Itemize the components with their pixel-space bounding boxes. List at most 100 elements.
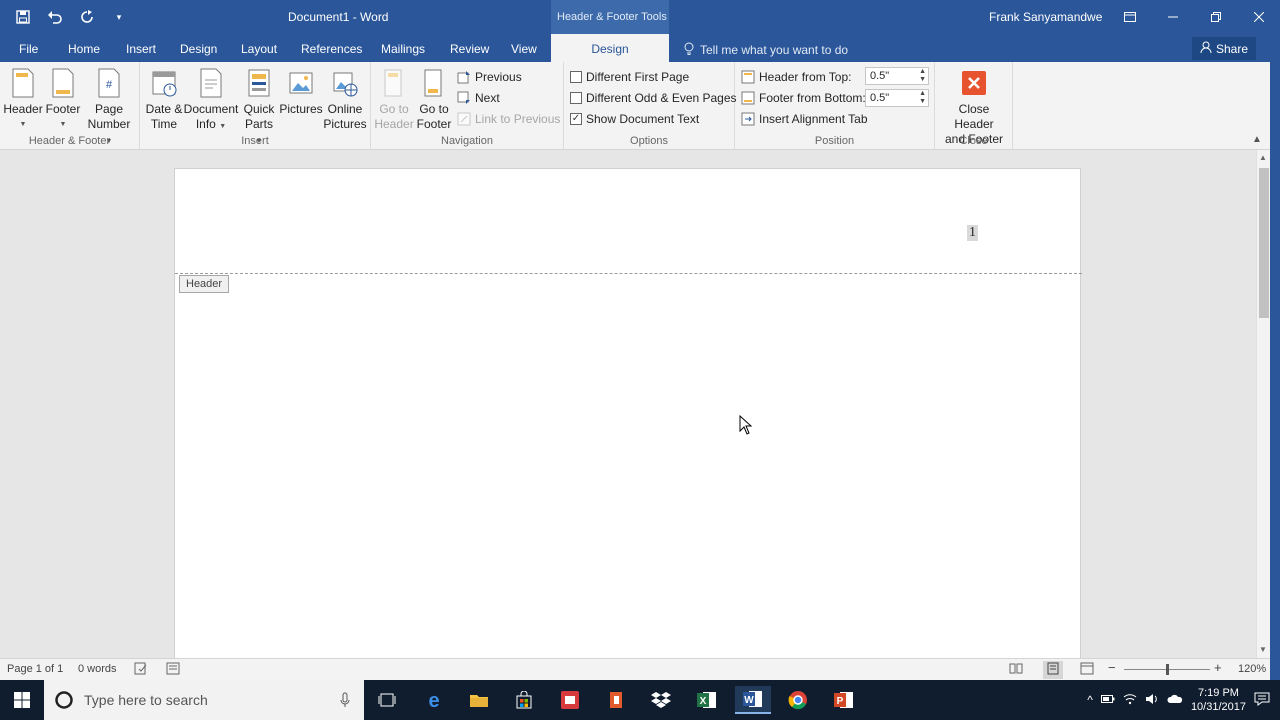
- go-to-header-icon: [384, 69, 402, 97]
- date-time-button[interactable]: Date & Time: [144, 68, 184, 132]
- tab-hf-design[interactable]: Design: [551, 34, 669, 63]
- restore-icon[interactable]: [1194, 0, 1237, 34]
- web-layout-icon[interactable]: [1080, 662, 1094, 678]
- show-document-text-checkbox[interactable]: ✓ Show Document Text: [570, 110, 699, 128]
- group-options: Different First Page Different Odd & Eve…: [564, 62, 737, 150]
- footer-from-bottom-input[interactable]: 0.5" ▲ ▼: [865, 89, 929, 107]
- excel-icon[interactable]: X: [689, 686, 725, 714]
- clock-time: 7:19 PM: [1197, 687, 1239, 699]
- powerpoint-icon[interactable]: P: [826, 686, 862, 714]
- scrollbar-thumb[interactable]: [1259, 168, 1269, 318]
- group-label-close: Close: [959, 135, 988, 147]
- previous-button[interactable]: Previous: [457, 68, 522, 86]
- group-label-header-footer: Header & Footer: [28, 135, 111, 147]
- page-count[interactable]: Page 1 of 1: [7, 663, 63, 675]
- edge-browser-icon[interactable]: e: [416, 686, 452, 714]
- save-icon[interactable]: [14, 8, 32, 26]
- word-count[interactable]: 0 words: [78, 663, 117, 675]
- wifi-icon[interactable]: [1123, 693, 1137, 708]
- dropbox-icon[interactable]: [643, 686, 679, 714]
- go-to-footer-button[interactable]: Go to Footer: [415, 68, 453, 132]
- link-to-previous-button[interactable]: Link to Previous: [457, 110, 560, 128]
- task-view-icon[interactable]: [369, 686, 405, 714]
- battery-icon[interactable]: [1100, 694, 1115, 707]
- document-info-icon: [200, 68, 222, 98]
- header-from-top-input[interactable]: 0.5" ▲ ▼: [865, 67, 929, 85]
- svg-text:W: W: [744, 695, 754, 706]
- checkmark-icon[interactable]: ✓: [570, 113, 582, 125]
- spinner-arrows-icon[interactable]: ▲ ▼: [919, 68, 926, 84]
- pictures-button[interactable]: Pictures: [279, 68, 323, 117]
- tab-layout[interactable]: Layout: [241, 42, 277, 56]
- different-first-page-checkbox[interactable]: Different First Page: [570, 68, 689, 86]
- undo-icon[interactable]: [46, 8, 64, 26]
- redo-icon[interactable]: [78, 8, 96, 26]
- zoom-out-icon[interactable]: −: [1108, 660, 1116, 675]
- tab-file[interactable]: File: [19, 42, 38, 56]
- share-button[interactable]: Share: [1192, 37, 1256, 60]
- tab-mailings[interactable]: Mailings: [381, 42, 425, 56]
- header-position-icon: [741, 70, 755, 84]
- file-explorer-icon[interactable]: [461, 686, 497, 714]
- start-button[interactable]: [0, 680, 44, 720]
- sway-app-icon[interactable]: [598, 686, 634, 714]
- group-insert: Date & Time Document Info ▼ Quick Parts …: [140, 62, 371, 150]
- customize-qat-icon[interactable]: ▾: [110, 8, 128, 26]
- onedrive-icon[interactable]: [1167, 694, 1183, 707]
- checkbox-unchecked[interactable]: [570, 71, 582, 83]
- taskbar-search[interactable]: Type here to search: [44, 680, 364, 720]
- different-odd-even-checkbox[interactable]: Different Odd & Even Pages: [570, 89, 737, 107]
- document-info-button[interactable]: Document Info ▼: [184, 68, 238, 134]
- tab-insert[interactable]: Insert: [126, 42, 156, 56]
- zoom-level[interactable]: 120%: [1238, 663, 1266, 675]
- next-button[interactable]: Next: [457, 89, 500, 107]
- windows-taskbar: Type here to search e X W P ^ 7:19 PM 10…: [0, 680, 1280, 720]
- lightbulb-icon: [684, 42, 694, 58]
- tab-review[interactable]: Review: [450, 42, 489, 56]
- collapse-ribbon-icon[interactable]: ▲: [1252, 134, 1262, 145]
- show-hidden-icons-icon[interactable]: ^: [1087, 693, 1093, 707]
- group-label-insert: Insert: [241, 135, 269, 147]
- microphone-icon[interactable]: [340, 692, 350, 711]
- checkbox-unchecked[interactable]: [570, 92, 582, 104]
- spinner-arrows-icon[interactable]: ▲ ▼: [919, 90, 926, 106]
- minimize-icon[interactable]: [1151, 0, 1194, 34]
- user-name[interactable]: Frank Sanyamandwe: [989, 10, 1102, 24]
- vertical-scrollbar[interactable]: ▲ ▼: [1256, 150, 1270, 658]
- document-page[interactable]: 1 Header: [174, 168, 1082, 658]
- tab-home[interactable]: Home: [68, 42, 100, 56]
- read-mode-icon[interactable]: [1009, 662, 1023, 678]
- online-pictures-button[interactable]: Online Pictures: [323, 68, 367, 132]
- macro-record-icon[interactable]: [166, 662, 180, 678]
- svg-text:e: e: [428, 690, 439, 710]
- chrome-icon[interactable]: [780, 686, 816, 714]
- zoom-slider-thumb[interactable]: [1166, 664, 1169, 675]
- print-layout-icon[interactable]: [1043, 661, 1063, 679]
- footer-from-bottom-label: Footer from Bottom:: [741, 89, 866, 107]
- scroll-down-icon[interactable]: ▼: [1259, 645, 1267, 654]
- group-position: Header from Top: 0.5" ▲ ▼ Footer from Bot…: [735, 62, 935, 150]
- volume-icon[interactable]: [1145, 693, 1159, 708]
- word-taskbar-icon[interactable]: W: [735, 686, 771, 714]
- header-button[interactable]: Header ▼: [3, 68, 43, 132]
- store-icon[interactable]: [506, 686, 542, 714]
- ribbon-display-options-icon[interactable]: [1108, 0, 1151, 34]
- document-area: 1 Header: [0, 150, 1256, 658]
- tab-view[interactable]: View: [511, 42, 537, 56]
- scroll-up-icon[interactable]: ▲: [1259, 153, 1267, 162]
- proofing-icon[interactable]: [134, 662, 148, 678]
- insert-alignment-tab-button[interactable]: Insert Alignment Tab: [741, 110, 868, 128]
- video-app-icon[interactable]: [552, 686, 588, 714]
- page-number-field[interactable]: 1: [967, 225, 978, 241]
- quick-access-toolbar: ▾: [14, 8, 128, 26]
- clock[interactable]: 7:19 PM 10/31/2017: [1191, 686, 1246, 714]
- zoom-in-icon[interactable]: +: [1214, 660, 1222, 675]
- person-icon: [1200, 41, 1212, 56]
- tab-design[interactable]: Design: [180, 42, 217, 56]
- action-center-icon[interactable]: [1254, 692, 1270, 709]
- footer-button[interactable]: Footer ▼: [44, 68, 82, 132]
- tab-references[interactable]: References: [301, 42, 362, 56]
- window-controls: [1108, 0, 1280, 34]
- go-to-header-button[interactable]: Go to Header: [374, 68, 414, 132]
- tell-me-box[interactable]: Tell me what you want to do: [684, 42, 848, 58]
